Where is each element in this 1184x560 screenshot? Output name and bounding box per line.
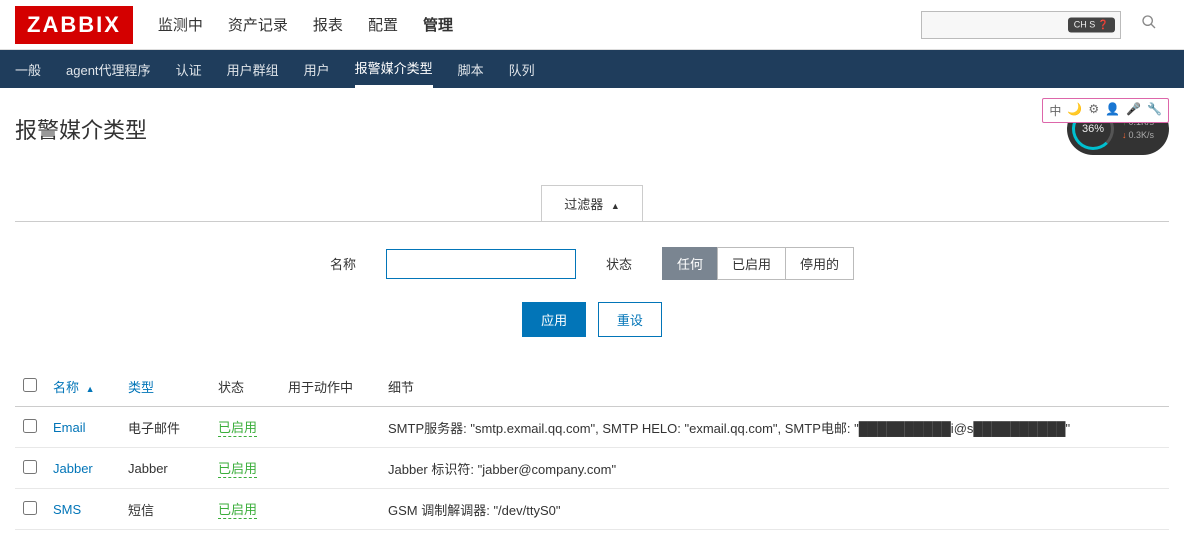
search-area: CH S ❓ [921,11,1169,39]
top-nav-monitoring[interactable]: 监测中 [158,14,203,35]
top-nav-administration[interactable]: 管理 [423,14,453,35]
sub-nav-media-types[interactable]: 报警媒介类型 [355,50,433,88]
filter-status-label: 状态 [606,254,632,273]
tool-gear-icon[interactable]: ⚙ [1088,102,1099,119]
top-nav-inventory[interactable]: 资产记录 [228,14,288,35]
sort-asc-icon: ▲ [86,384,95,394]
ime-badge: CH S ❓ [1068,17,1115,32]
row-type: 短信 [120,489,210,530]
media-types-table: 名称 ▲ 类型 状态 用于动作中 细节 Email 电子邮件 已启用 SMTP服… [15,367,1169,530]
filter-name-label: 名称 [330,254,356,273]
search-input[interactable]: CH S ❓ [921,11,1121,39]
filter-status-enabled[interactable]: 已启用 [717,247,786,280]
row-status-toggle[interactable]: 已启用 [218,499,257,519]
top-header: ZABBIX 监测中 资产记录 报表 配置 管理 CH S ❓ [0,0,1184,50]
header-status: 状态 [218,380,244,395]
tool-lang-icon[interactable]: 中 [1049,102,1061,119]
sub-nav: 一般 agent代理程序 认证 用户群组 用户 报警媒介类型 脚本 队列 中 🌙… [0,50,1184,88]
row-name-link[interactable]: Email [53,420,86,435]
filter-tab-row: 过滤器 ▲ [15,185,1169,221]
reset-button[interactable]: 重设 [598,302,662,337]
logo[interactable]: ZABBIX [15,6,133,44]
top-nav-configuration[interactable]: 配置 [368,14,398,35]
gauge-down: 0.3K/s [1122,129,1154,142]
row-status-toggle[interactable]: 已启用 [218,417,257,437]
filter-status-disabled[interactable]: 停用的 [785,247,854,280]
sub-nav-user-groups[interactable]: 用户群组 [227,50,279,88]
row-details: GSM 调制解调器: "/dev/ttyS0" [380,489,1169,530]
select-all-checkbox[interactable] [23,378,37,392]
filter-actions: 应用 重设 [15,302,1169,337]
tool-wrench-icon[interactable]: 🔧 [1147,102,1162,119]
filter-name-input[interactable] [386,249,576,279]
top-nav: 监测中 资产记录 报表 配置 管理 [158,14,921,35]
row-details: SMTP服务器: "smtp.exmail.qq.com", SMTP HELO… [380,407,1169,448]
filter-status-group: 任何 已启用 停用的 [662,247,854,280]
header-details: 细节 [388,380,414,395]
sub-nav-scripts[interactable]: 脚本 [458,50,484,88]
row-checkbox[interactable] [23,419,37,433]
page-body: 报警媒介类型 36% 0.1K/s 0.3K/s 过滤器 ▲ 名称 状态 任何 [0,88,1184,560]
row-name-link[interactable]: SMS [53,502,81,517]
row-used-in [280,489,380,530]
tool-moon-icon[interactable]: 🌙 [1067,102,1082,119]
sub-nav-users[interactable]: 用户 [304,50,330,88]
page-title-row: 报警媒介类型 36% 0.1K/s 0.3K/s [15,103,1169,155]
chevron-up-icon: ▲ [611,201,620,211]
filter-body: 名称 状态 任何 已启用 停用的 应用 重设 [15,221,1169,357]
filter-row: 名称 状态 任何 已启用 停用的 [330,247,854,280]
table-header-row: 名称 ▲ 类型 状态 用于动作中 细节 [15,367,1169,407]
filter-tab-label: 过滤器 [564,197,603,212]
row-checkbox[interactable] [23,460,37,474]
sub-nav-general[interactable]: 一般 [15,50,41,88]
tool-user-icon[interactable]: 👤 [1105,102,1120,119]
header-name[interactable]: 名称 [53,380,79,395]
row-checkbox[interactable] [23,501,37,515]
table-row: SMS 短信 已启用 GSM 调制解调器: "/dev/ttyS0" [15,489,1169,530]
row-type: Jabber [120,448,210,489]
filter-wrap: 过滤器 ▲ 名称 状态 任何 已启用 停用的 应用 重设 [15,185,1169,357]
tool-pill: 中 🌙 ⚙ 👤 🎤 🔧 [1042,98,1169,123]
search-icon[interactable] [1141,14,1157,35]
tool-mic-icon[interactable]: 🎤 [1126,102,1141,119]
header-type[interactable]: 类型 [128,380,154,395]
sub-nav-authentication[interactable]: 认证 [176,50,202,88]
table-row: Email 电子邮件 已启用 SMTP服务器: "smtp.exmail.qq.… [15,407,1169,448]
filter-status-any[interactable]: 任何 [662,247,718,280]
sub-nav-proxies[interactable]: agent代理程序 [66,50,151,88]
row-details: Jabber 标识符: "jabber@company.com" [380,448,1169,489]
row-used-in [280,407,380,448]
top-nav-reports[interactable]: 报表 [313,14,343,35]
row-name-link[interactable]: Jabber [53,461,93,476]
header-used-in: 用于动作中 [288,380,353,395]
row-used-in [280,448,380,489]
row-type: 电子邮件 [120,407,210,448]
apply-button[interactable]: 应用 [522,302,586,337]
filter-tab[interactable]: 过滤器 ▲ [541,185,643,221]
sub-nav-queue[interactable]: 队列 [509,50,535,88]
table-row: Jabber Jabber 已启用 Jabber 标识符: "jabber@co… [15,448,1169,489]
row-status-toggle[interactable]: 已启用 [218,458,257,478]
page-title: 报警媒介类型 [15,113,147,145]
